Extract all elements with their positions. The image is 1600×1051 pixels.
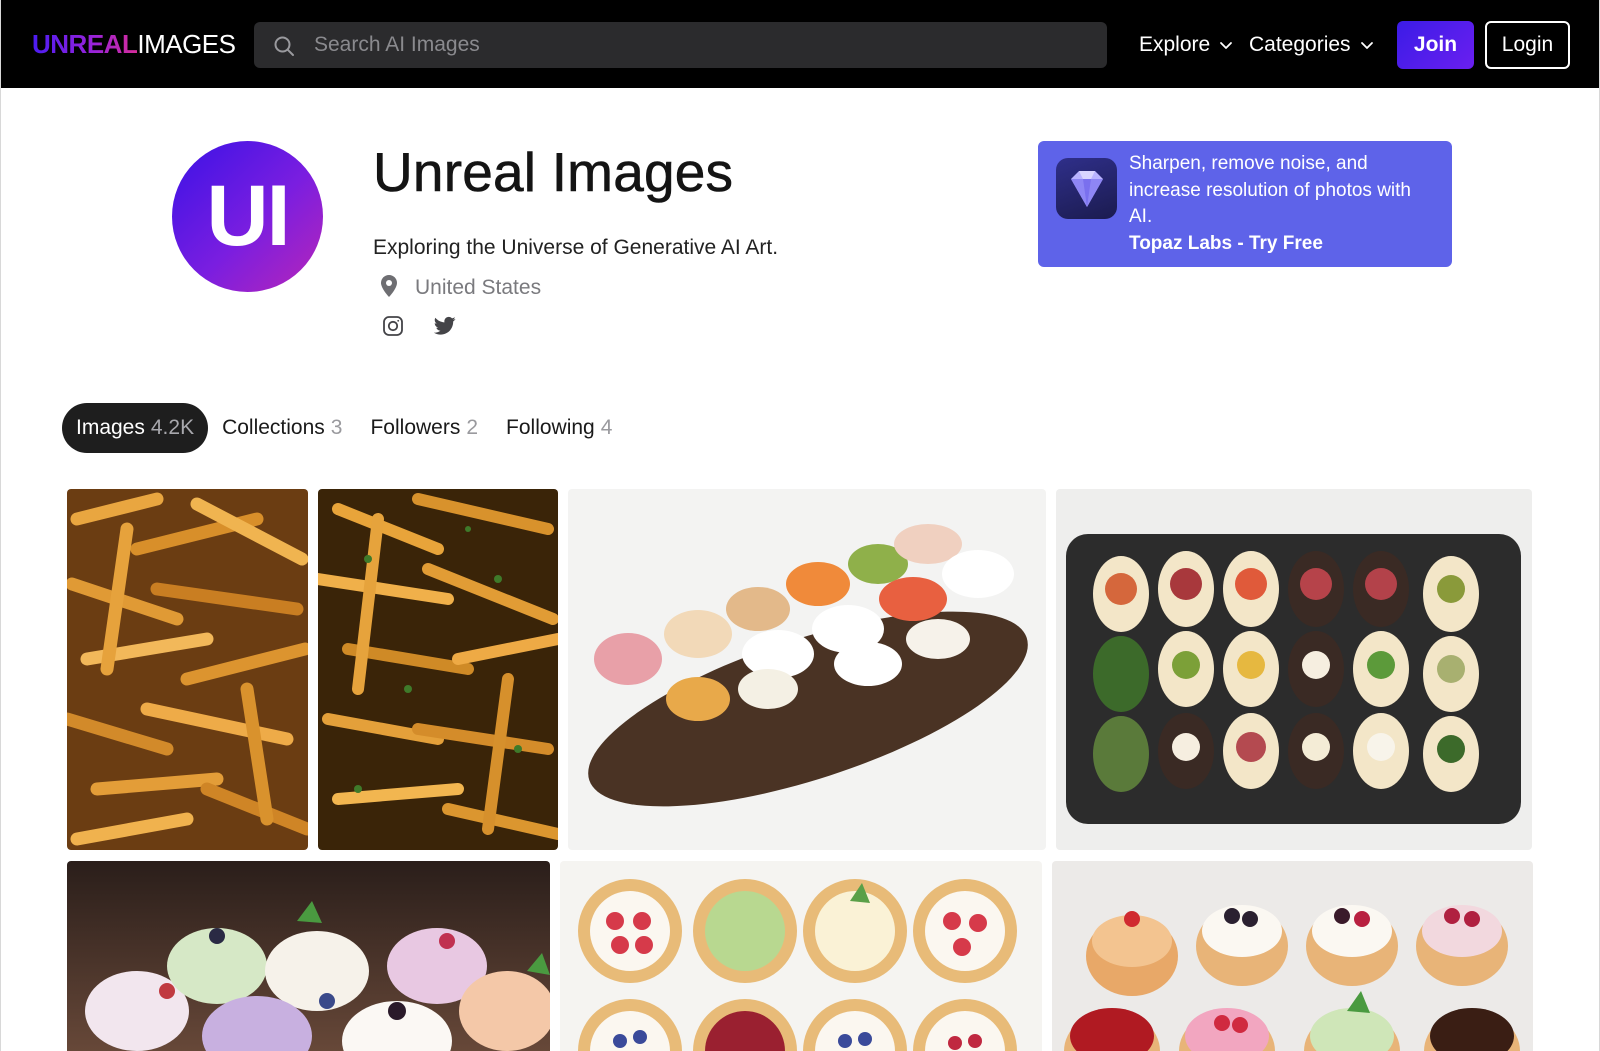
site-logo[interactable]: UNREALIMAGES	[32, 29, 236, 59]
chevron-down-icon	[1220, 42, 1233, 49]
ad-text: Sharpen, remove noise, and increase reso…	[1129, 153, 1411, 227]
chevron-down-icon	[1360, 42, 1373, 49]
gallery-image-seasoned-fries[interactable]	[318, 489, 558, 850]
diamond-gem-icon	[1056, 158, 1117, 219]
search-bar[interactable]	[254, 22, 1107, 68]
twitter-icon[interactable]	[433, 314, 457, 338]
tab-collections[interactable]: Collections 3	[222, 403, 342, 453]
join-button[interactable]: Join	[1397, 21, 1474, 69]
tab-count: 4	[600, 416, 613, 439]
sponsored-ad-card[interactable]: Sharpen, remove noise, and increase reso…	[1038, 141, 1452, 267]
gallery-image-mini-tarts[interactable]	[1052, 861, 1533, 1051]
avatar-initials: UI	[206, 168, 291, 264]
nav-explore-dropdown[interactable]: Explore	[1139, 30, 1234, 60]
nav-categories-label: Categories	[1249, 33, 1351, 56]
tab-count: 3	[330, 416, 343, 439]
search-icon	[272, 34, 296, 58]
gallery-image-fruit-tartlets[interactable]	[560, 861, 1042, 1051]
profile-name: Unreal Images	[373, 141, 734, 204]
top-nav-bar: UNREALIMAGES Explore Categories Join Log…	[1, 0, 1599, 88]
login-button[interactable]: Login	[1485, 21, 1570, 69]
ad-cta-link[interactable]: Topaz Labs - Try Free	[1129, 231, 1323, 257]
search-input[interactable]	[314, 22, 1084, 68]
tab-label: Followers	[370, 416, 461, 439]
tab-label: Collections	[222, 416, 325, 439]
gallery-image-canape-tray[interactable]	[1056, 489, 1532, 850]
gallery-image-cupcakes[interactable]	[67, 861, 550, 1051]
profile-tagline: Exploring the Universe of Generative AI …	[373, 236, 779, 259]
tab-count: 4.2K	[150, 416, 195, 439]
logo-text-images: IMAGES	[137, 29, 236, 59]
profile-location: United States	[381, 274, 541, 302]
social-links	[381, 314, 457, 338]
tab-images[interactable]: Images 4.2K	[62, 403, 209, 453]
location-text: United States	[415, 276, 542, 299]
gallery-image-french-fries[interactable]	[67, 489, 308, 850]
logo-text-unreal: UNREAL	[32, 29, 138, 59]
tab-count: 2	[466, 416, 479, 439]
map-pin-icon	[381, 274, 397, 302]
profile-tabs: Images 4.2K Collections 3 Followers 2 Follo…	[62, 403, 612, 453]
tab-followers[interactable]: Followers 2	[370, 403, 478, 453]
tab-label: Images	[76, 416, 145, 439]
nav-explore-label: Explore	[1139, 33, 1211, 56]
instagram-icon[interactable]	[381, 314, 405, 338]
tab-following[interactable]: Following 4	[506, 403, 612, 453]
nav-categories-dropdown[interactable]: Categories	[1249, 30, 1375, 60]
gallery-image-appetizer-board[interactable]	[568, 489, 1046, 850]
tab-label: Following	[506, 416, 595, 439]
profile-avatar: UI	[172, 141, 323, 292]
page: UNREALIMAGES Explore Categories Join Log…	[0, 0, 1600, 1051]
